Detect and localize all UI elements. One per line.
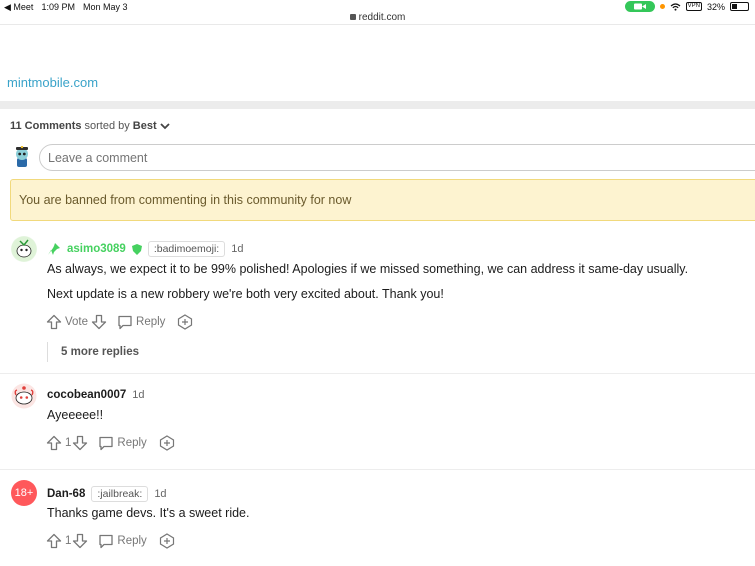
post-link[interactable]: mintmobile.com xyxy=(7,75,98,90)
upvote-button[interactable]: Vote xyxy=(46,314,88,330)
award-icon xyxy=(159,435,174,451)
mod-shield-icon xyxy=(131,243,142,255)
comment-text: As always, we expect it to be 99% polish… xyxy=(47,262,689,276)
nsfw-avatar-text: 18+ xyxy=(14,487,34,499)
comment-username[interactable]: cocobean0007 xyxy=(47,389,126,401)
comment-text: Thanks game devs. It's a sweet ride. xyxy=(47,506,250,520)
address-bar[interactable]: reddit.com xyxy=(0,12,755,23)
comment-text: Ayeeeee!! xyxy=(47,408,104,422)
reply-button[interactable]: Reply xyxy=(117,315,165,330)
downvote-button[interactable] xyxy=(72,533,88,549)
toolbar-divider xyxy=(0,24,755,25)
reply-label: Reply xyxy=(117,535,147,547)
ban-notice: You are banned from commenting in this c… xyxy=(10,179,755,221)
ban-notice-text: You are banned from commenting in this c… xyxy=(19,193,352,207)
comment-age: 1d xyxy=(231,243,244,255)
comments-sort-bar[interactable]: 11 Comments sorted by Best xyxy=(10,120,170,132)
lock-icon xyxy=(349,14,356,20)
nsfw-avatar[interactable]: 18+ xyxy=(11,480,37,506)
award-button[interactable] xyxy=(159,533,175,549)
award-icon xyxy=(159,533,174,549)
battery-icon xyxy=(730,2,749,11)
comment-input[interactable] xyxy=(39,144,755,171)
upvote-arrow-icon xyxy=(46,533,62,549)
wifi-icon xyxy=(670,2,681,11)
downvote-arrow-icon xyxy=(73,435,88,451)
user-flair: :jailbreak: xyxy=(91,486,149,502)
award-icon xyxy=(178,314,193,330)
user-avatar-icon[interactable] xyxy=(12,146,32,168)
downvote-button[interactable] xyxy=(72,435,88,451)
mic-indicator-icon xyxy=(659,4,665,9)
reply-bubble-icon xyxy=(118,315,132,329)
upvote-button[interactable]: 1 xyxy=(46,533,71,549)
reply-label: Reply xyxy=(136,316,166,328)
comment-username[interactable]: asimo3089 xyxy=(67,243,126,255)
more-replies-link[interactable]: 5 more replies xyxy=(47,342,139,362)
snoo-avatar-icon[interactable] xyxy=(11,236,37,262)
downvote-arrow-icon xyxy=(73,533,88,549)
camera-in-use-icon xyxy=(624,1,655,12)
comment-age: 1d xyxy=(154,488,167,500)
reply-bubble-icon xyxy=(99,534,114,548)
award-button[interactable] xyxy=(159,435,175,451)
user-flair: :badimoemoji: xyxy=(147,241,226,257)
vote-count: 1 xyxy=(65,535,72,547)
url-text: reddit.com xyxy=(358,12,406,23)
reply-button[interactable]: Reply xyxy=(98,534,147,549)
comment-count: 11 Comments xyxy=(10,120,82,132)
comment-divider xyxy=(0,469,755,470)
comment-username[interactable]: Dan-68 xyxy=(47,488,85,500)
reply-label: Reply xyxy=(117,437,147,449)
reply-button[interactable]: Reply xyxy=(98,436,147,451)
upvote-arrow-icon xyxy=(46,314,62,330)
comment-divider xyxy=(0,373,755,374)
downvote-button[interactable] xyxy=(91,314,107,330)
vote-label: Vote xyxy=(65,316,89,328)
sort-value[interactable]: Best xyxy=(133,120,157,132)
chevron-down-icon[interactable] xyxy=(159,122,170,130)
snoo-avatar-icon[interactable] xyxy=(11,383,37,409)
upvote-button[interactable]: 1 xyxy=(46,435,71,451)
comment-text: Next update is a new robbery we're both … xyxy=(47,287,444,301)
vpn-icon: VPN xyxy=(685,2,702,11)
pin-icon xyxy=(48,243,60,255)
award-button[interactable] xyxy=(177,314,193,330)
downvote-arrow-icon xyxy=(91,314,107,330)
comment-age: 1d xyxy=(132,389,145,401)
sorted-by-label: sorted by xyxy=(84,120,130,132)
section-divider xyxy=(0,101,755,109)
vote-count: 1 xyxy=(65,437,72,449)
reply-bubble-icon xyxy=(99,436,114,450)
battery-percent: 32% xyxy=(706,1,725,12)
upvote-arrow-icon xyxy=(46,435,62,451)
